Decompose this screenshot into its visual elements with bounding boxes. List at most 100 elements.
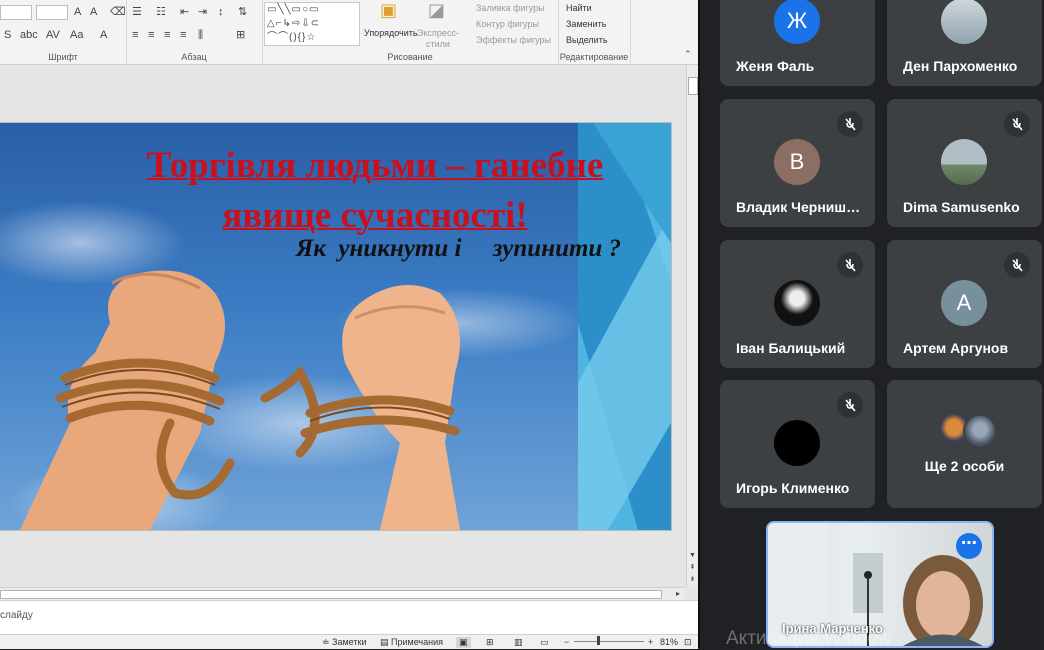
- participant-name: Dima Samusenko: [903, 199, 1020, 215]
- align-center-icon[interactable]: ≡: [148, 29, 154, 41]
- participant-tile[interactable]: Ж Женя Фаль: [720, 0, 875, 86]
- participant-tile[interactable]: Dima Samusenko: [887, 99, 1042, 227]
- prev-slide-icon[interactable]: ⇞: [688, 563, 697, 572]
- spacing-icon[interactable]: AV: [46, 29, 60, 41]
- avatar: Ж: [774, 0, 820, 44]
- participant-tile[interactable]: Игорь Клименко: [720, 380, 875, 508]
- drawing-group-label: Рисование: [387, 52, 433, 62]
- participant-tile[interactable]: В Владик Черниш…: [720, 99, 875, 227]
- horizontal-scrollbar[interactable]: ▸: [0, 587, 684, 600]
- collapse-ribbon-icon[interactable]: ⌃: [684, 48, 692, 60]
- participant-name: Ден Пархоменко: [903, 58, 1018, 74]
- quick-styles-label[interactable]: Экспресс-стили: [416, 28, 460, 50]
- paragraph-group-label: Абзац: [181, 52, 207, 62]
- shape-effects-button[interactable]: Эффекты фигуры: [476, 35, 551, 45]
- participant-name: Іван Балицький: [736, 340, 846, 356]
- slide-canvas[interactable]: Торгівля людьми – ганебне явище сучаснос…: [0, 122, 672, 531]
- ribbon: A A ⌫ S abc AV Aa A Шрифт ☰ ☷ ⇤ ⇥ ↕ ⇅ ≡ …: [0, 0, 698, 65]
- participant-tile[interactable]: Ден Пархоменко: [887, 0, 1042, 86]
- vertical-scroll-thumb[interactable]: [688, 77, 698, 95]
- font-size-box[interactable]: [36, 5, 68, 20]
- slide-subtitle[interactable]: Як уникнути і зупинити ?: [296, 235, 621, 263]
- font-name-box[interactable]: [0, 5, 32, 20]
- reading-view-icon[interactable]: ▥: [514, 637, 523, 648]
- meet-panel: Ж Женя Фаль Ден Пархоменко В Владик Черн…: [700, 0, 1044, 649]
- columns-icon[interactable]: ⫼: [198, 29, 203, 41]
- more-participants-label: Ще 2 особи: [924, 458, 1005, 474]
- shadow-icon[interactable]: S: [4, 29, 11, 41]
- mic-off-icon: [837, 392, 863, 418]
- decrease-font-icon[interactable]: A: [90, 6, 97, 18]
- scroll-right-icon[interactable]: ▸: [676, 588, 680, 600]
- participant-name: Женя Фаль: [736, 58, 815, 74]
- vertical-scrollbar[interactable]: ▼ ⇞ ⇟: [686, 65, 698, 587]
- status-bar: ≐ Заметки ▤ Примечания ▣ ⊞ ▥ ▭ − + 81% ⊡: [0, 634, 698, 649]
- align-right-icon[interactable]: ≡: [164, 29, 170, 41]
- replace-button[interactable]: Заменить: [566, 19, 606, 29]
- arrange-label[interactable]: Упорядочить: [364, 28, 418, 38]
- find-button[interactable]: Найти: [566, 3, 592, 13]
- smartart-icon[interactable]: ⊞: [236, 29, 245, 41]
- paragraph-group: ☰ ☷ ⇤ ⇥ ↕ ⇅ ≡ ≡ ≡ ≡ ⫼ ⊞ Абзац: [126, 0, 263, 64]
- fit-slide-icon[interactable]: ⊡: [684, 637, 692, 648]
- normal-view-icon[interactable]: ▣: [456, 637, 471, 648]
- participant-tile[interactable]: Іван Балицький: [720, 240, 875, 368]
- avatar: [941, 0, 987, 44]
- shapes-gallery[interactable]: ▭╲╲▭○▭ △⌐↳⇨⇩⊂ ⌒⌒(){}☆: [264, 2, 360, 46]
- quick-styles-icon[interactable]: ◪: [428, 1, 445, 19]
- mic-off-icon: [1004, 111, 1030, 137]
- slide-title[interactable]: Торгівля людьми – ганебне явище сучаснос…: [95, 141, 655, 241]
- zoom-slider-thumb[interactable]: [597, 636, 600, 645]
- avatar: [963, 414, 997, 448]
- next-slide-icon[interactable]: ⇟: [688, 575, 697, 584]
- powerpoint-window: A A ⌫ S abc AV Aa A Шрифт ☰ ☷ ⇤ ⇥ ↕ ⇅ ≡ …: [0, 0, 698, 649]
- editing-group-label: Редактирование: [559, 52, 629, 62]
- justify-icon[interactable]: ≡: [180, 29, 186, 41]
- clear-format-icon[interactable]: ⌫: [110, 6, 126, 18]
- zoom-level[interactable]: 81%: [660, 637, 678, 647]
- editing-group: Найти Заменить Выделить Редактирование: [558, 0, 631, 64]
- avatar: [774, 280, 820, 326]
- more-options-icon[interactable]: ⋯: [956, 533, 982, 559]
- avatar: [774, 420, 820, 466]
- numbering-icon[interactable]: ☷: [156, 6, 166, 18]
- drawing-group: ▭╲╲▭○▭ △⌐↳⇨⇩⊂ ⌒⌒(){}☆ ▣ Упорядочить ◪ Эксп…: [262, 0, 559, 64]
- arrange-icon[interactable]: ▣: [380, 1, 397, 19]
- avatar: [941, 139, 987, 185]
- avatar: В: [774, 139, 820, 185]
- shape-outline-button[interactable]: Контур фигуры: [476, 19, 539, 29]
- increase-font-icon[interactable]: A: [74, 6, 81, 18]
- decrease-indent-icon[interactable]: ⇤: [180, 6, 189, 18]
- shape-fill-button[interactable]: Заливка фигуры: [476, 3, 545, 13]
- participant-tile[interactable]: А Артем Аргунов: [887, 240, 1042, 368]
- slide-sorter-icon[interactable]: ⊞: [486, 637, 494, 648]
- strikethrough-icon[interactable]: abc: [20, 29, 38, 41]
- zoom-out-icon[interactable]: −: [564, 637, 569, 647]
- slideshow-icon[interactable]: ▭: [540, 637, 549, 648]
- notes-toggle-label: Заметки: [332, 637, 367, 647]
- align-left-icon[interactable]: ≡: [132, 29, 138, 41]
- change-case-icon[interactable]: Aa: [70, 29, 83, 41]
- notes-pane[interactable]: слайду: [0, 600, 698, 635]
- scroll-down-icon[interactable]: ▼: [688, 551, 697, 560]
- line-spacing-icon[interactable]: ↕: [218, 6, 224, 18]
- comments-toggle[interactable]: ▤ Примечания: [380, 637, 443, 648]
- activation-watermark: Активация Window: [726, 628, 892, 649]
- zoom-slider[interactable]: [574, 641, 644, 642]
- notes-toggle[interactable]: ≐ Заметки: [322, 637, 366, 648]
- participant-name: Артем Аргунов: [903, 340, 1009, 356]
- horizontal-scroll-thumb[interactable]: [0, 590, 662, 599]
- participant-name: Игорь Клименко: [736, 480, 850, 496]
- font-group-label: Шрифт: [48, 52, 78, 62]
- notes-placeholder: слайду: [0, 610, 33, 621]
- mic-off-icon: [1004, 252, 1030, 278]
- text-direction-icon[interactable]: ⇅: [238, 6, 247, 18]
- bullets-icon[interactable]: ☰: [132, 6, 142, 18]
- avatar: А: [941, 280, 987, 326]
- increase-indent-icon[interactable]: ⇥: [198, 6, 207, 18]
- comments-toggle-label: Примечания: [391, 637, 443, 647]
- more-participants-tile[interactable]: Ще 2 особи: [887, 380, 1042, 508]
- select-button[interactable]: Выделить: [566, 35, 608, 45]
- zoom-in-icon[interactable]: +: [648, 637, 653, 647]
- font-color-icon[interactable]: A: [100, 29, 107, 41]
